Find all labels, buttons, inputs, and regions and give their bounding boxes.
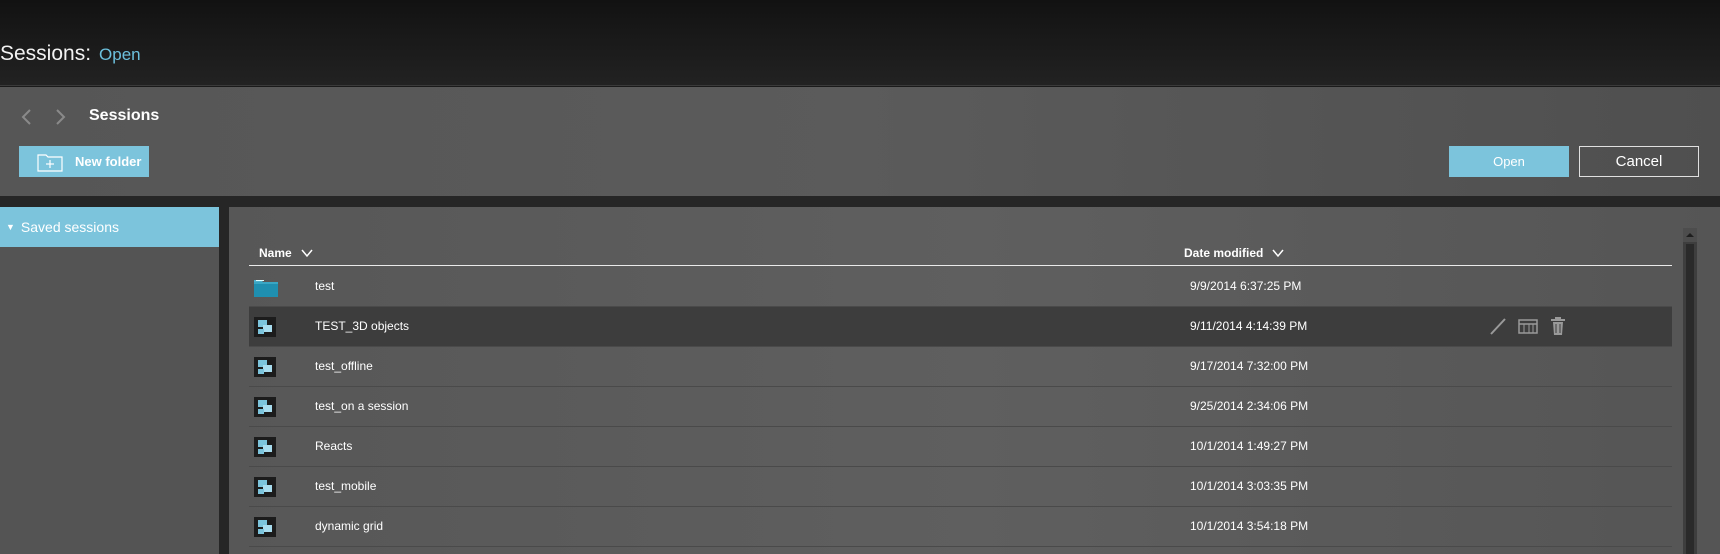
row-name: test (315, 279, 335, 293)
table-row[interactable]: TEST_3D objects 9/11/2014 4:14:39 PM (249, 307, 1672, 347)
app-top-bar: Sessions: Open (0, 0, 1720, 86)
app-title: Sessions: Open (0, 42, 141, 66)
table-row[interactable]: test_mobile 10/1/2014 3:03:35 PM (249, 467, 1672, 507)
sidebar-item-saved-sessions[interactable]: ▼ Saved sessions (0, 207, 219, 247)
column-header-label: Date modified (1184, 246, 1264, 260)
chevron-down-icon (301, 247, 313, 259)
row-date: 10/1/2014 3:03:35 PM (1190, 479, 1309, 493)
properties-icon[interactable] (1518, 315, 1538, 337)
session-icon (254, 397, 278, 419)
column-header-label: Name (259, 246, 292, 260)
new-folder-button[interactable]: New folder (19, 146, 149, 177)
column-header-name[interactable]: Name (259, 246, 313, 260)
session-icon (254, 317, 278, 339)
separator (0, 196, 1720, 207)
back-arrow-icon[interactable] (16, 104, 38, 130)
scroll-up-button[interactable] (1683, 228, 1697, 242)
table-row[interactable]: test 9/9/2014 6:37:25 PM (249, 267, 1672, 307)
row-name: test_on a session (315, 399, 409, 413)
session-icon (254, 517, 278, 539)
row-name: Reacts (315, 439, 353, 453)
open-button[interactable]: Open (1449, 146, 1569, 177)
table-row[interactable]: dynamic grid 10/1/2014 3:54:18 PM (249, 507, 1672, 547)
session-icon (254, 437, 278, 459)
header-divider (249, 265, 1672, 266)
new-folder-label: New folder (75, 154, 142, 169)
row-date: 9/17/2014 7:32:00 PM (1190, 359, 1309, 373)
table-row[interactable]: test_offline 9/17/2014 7:32:00 PM (249, 347, 1672, 387)
dialog-header (0, 87, 1720, 196)
row-date: 9/11/2014 4:14:39 PM (1190, 319, 1308, 333)
new-folder-icon (37, 152, 63, 172)
row-name: test_offline (315, 359, 373, 373)
cancel-button[interactable]: Cancel (1579, 146, 1699, 177)
caret-down-icon: ▼ (6, 222, 15, 232)
panel-gutter (219, 207, 229, 554)
delete-icon[interactable] (1548, 315, 1568, 337)
row-name: dynamic grid (315, 519, 384, 533)
sidebar-item-label: Saved sessions (20, 219, 119, 235)
table-row[interactable]: Reacts 10/1/2014 1:49:27 PM (249, 427, 1672, 467)
scrollbar-thumb[interactable] (1686, 244, 1694, 554)
row-date: 9/9/2014 6:37:25 PM (1190, 279, 1302, 293)
row-name: test_mobile (315, 479, 377, 493)
rename-icon[interactable] (1488, 315, 1508, 337)
app-mode-label: Open (99, 45, 141, 64)
chevron-down-icon (1272, 247, 1284, 259)
folder-icon (254, 277, 278, 299)
app-title-text: Sessions: (0, 42, 92, 65)
column-header-date-modified[interactable]: Date modified (1184, 246, 1284, 260)
row-actions (1488, 315, 1568, 337)
row-date: 9/25/2014 2:34:06 PM (1190, 399, 1309, 413)
session-icon (254, 357, 278, 379)
table-row[interactable]: test_on a session 9/25/2014 2:34:06 PM (249, 387, 1672, 427)
dialog-title: Sessions (89, 107, 160, 124)
forward-arrow-icon[interactable] (49, 104, 71, 130)
sidebar: ▼ Saved sessions (0, 207, 219, 554)
session-icon (254, 477, 278, 499)
row-date: 10/1/2014 3:54:18 PM (1190, 519, 1309, 533)
row-date: 10/1/2014 1:49:27 PM (1190, 439, 1309, 453)
row-name: TEST_3D objects (315, 319, 410, 333)
